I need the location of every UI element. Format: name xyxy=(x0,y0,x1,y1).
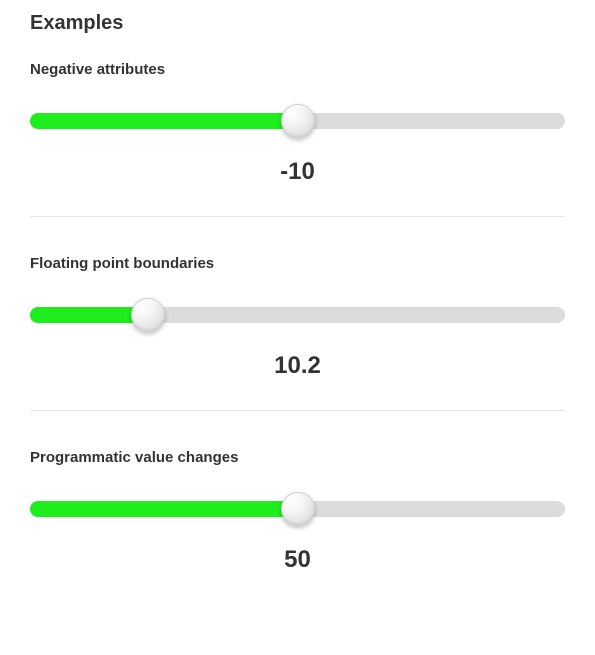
example-label: Floating point boundaries xyxy=(30,255,565,272)
divider xyxy=(30,410,565,411)
slider-fill xyxy=(30,113,298,129)
examples-section: Examples Negative attributes -10 Floatin… xyxy=(0,0,595,624)
example-negative-attributes: Negative attributes -10 xyxy=(30,61,565,186)
slider[interactable] xyxy=(30,492,565,526)
example-label: Negative attributes xyxy=(30,61,565,78)
slider[interactable] xyxy=(30,298,565,332)
slider-fill xyxy=(30,501,298,517)
slider-value: 50 xyxy=(30,546,565,574)
slider-handle[interactable] xyxy=(281,104,315,138)
divider xyxy=(30,216,565,217)
example-programmatic: Programmatic value changes 50 xyxy=(30,449,565,574)
slider-handle[interactable] xyxy=(131,298,165,332)
slider-handle[interactable] xyxy=(281,492,315,526)
slider-value: 10.2 xyxy=(30,352,565,380)
example-floating-point: Floating point boundaries 10.2 xyxy=(30,255,565,380)
slider[interactable] xyxy=(30,104,565,138)
section-title: Examples xyxy=(30,12,565,35)
example-label: Programmatic value changes xyxy=(30,449,565,466)
slider-value: -10 xyxy=(30,158,565,186)
